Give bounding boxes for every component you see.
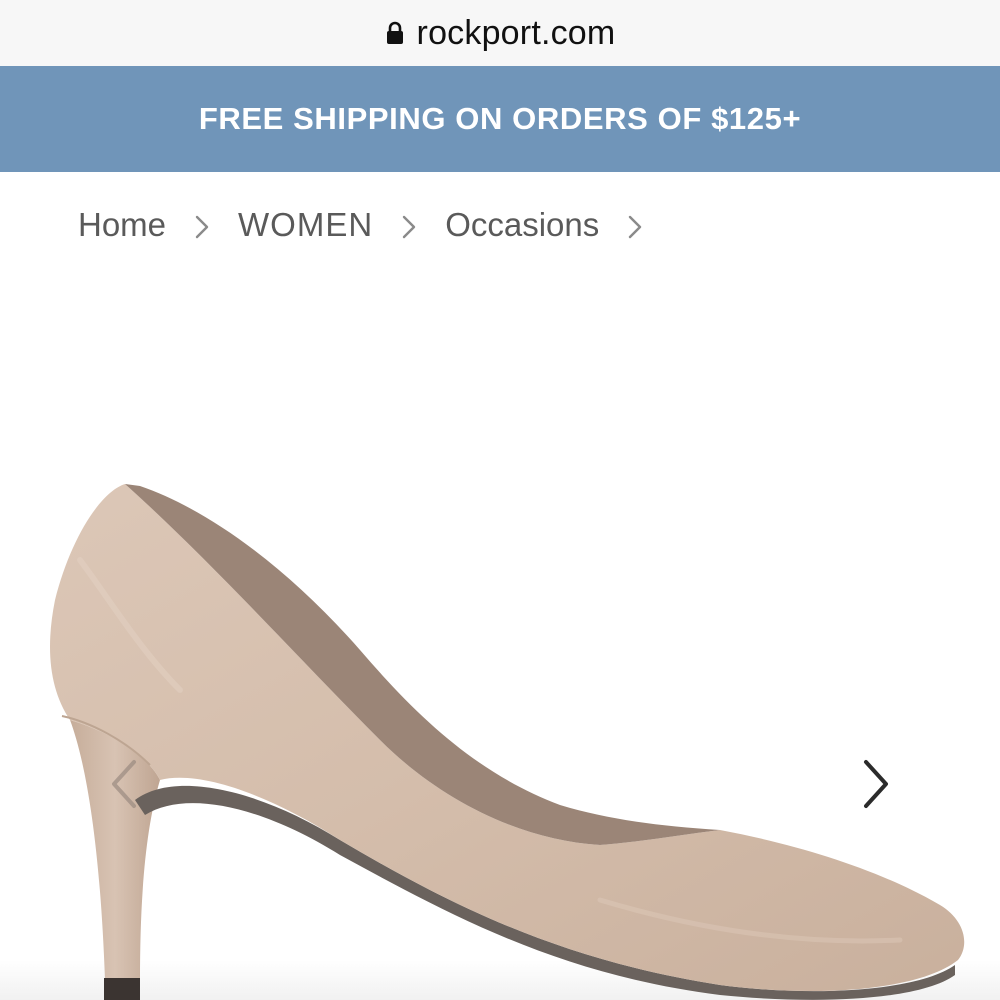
url-text: rockport.com (416, 13, 616, 52)
product-image (0, 484, 1000, 1000)
breadcrumb-occasions[interactable]: Occasions (445, 206, 599, 244)
promo-banner[interactable]: FREE SHIPPING ON ORDERS OF $125+ (0, 66, 1000, 172)
breadcrumb-women[interactable]: WOMEN (238, 206, 373, 244)
browser-url-bar[interactable]: rockport.com (0, 0, 1000, 67)
chevron-right-icon (627, 214, 643, 240)
chevron-left-icon[interactable] (104, 754, 148, 814)
url-display[interactable]: rockport.com (385, 14, 616, 53)
chevron-right-icon (194, 214, 210, 240)
product-image-carousel[interactable] (0, 260, 1000, 1000)
lock-icon (385, 21, 405, 45)
page: rockport.com FREE SHIPPING ON ORDERS OF … (0, 0, 1000, 1000)
chevron-right-icon (401, 214, 417, 240)
breadcrumb: Home WOMEN Occasions (78, 200, 671, 250)
breadcrumb-home[interactable]: Home (78, 206, 166, 244)
chevron-right-icon[interactable] (852, 754, 896, 814)
promo-text: FREE SHIPPING ON ORDERS OF $125+ (198, 101, 802, 136)
